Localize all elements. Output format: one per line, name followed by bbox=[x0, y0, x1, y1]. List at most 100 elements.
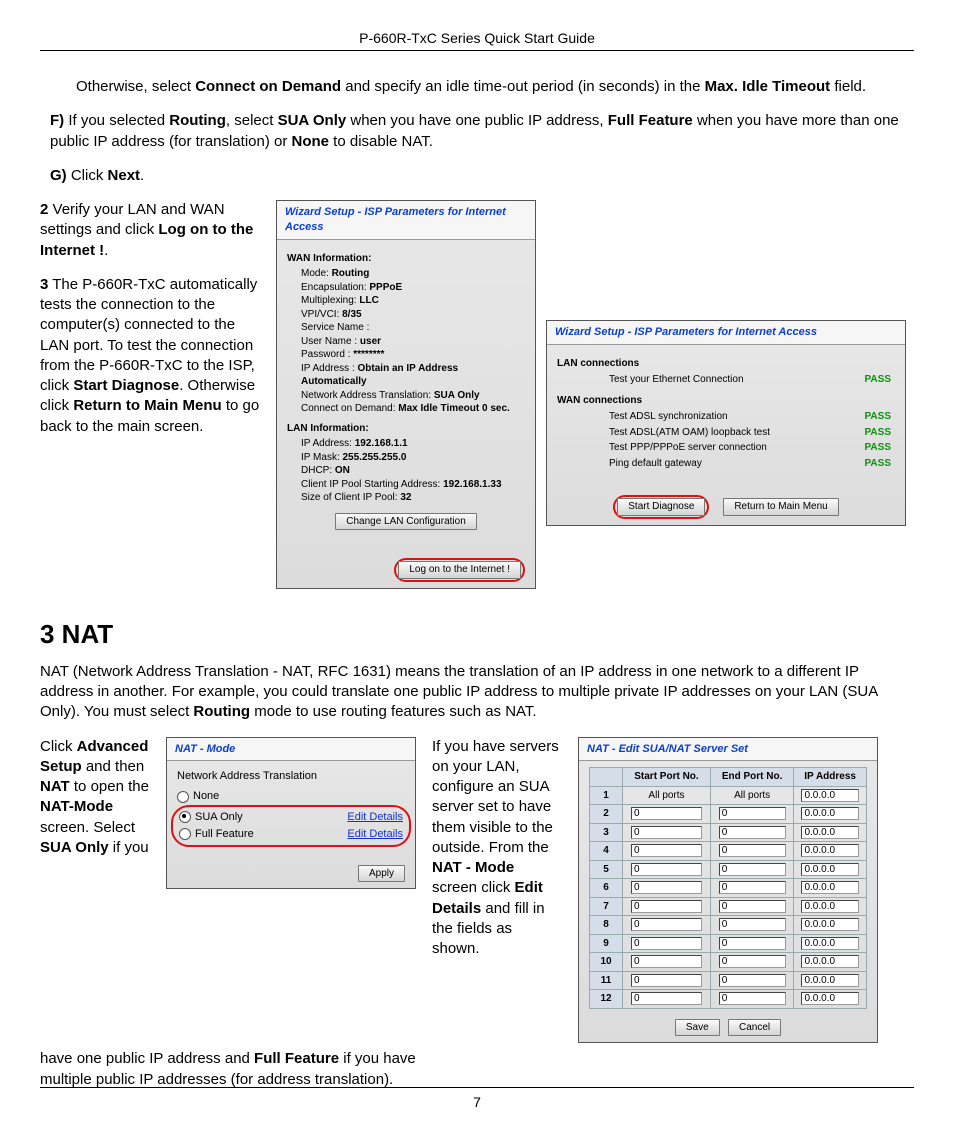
ip-input[interactable]: 0.0.0.0 bbox=[801, 789, 858, 802]
page-number: 7 bbox=[40, 1087, 914, 1110]
end-port-input[interactable]: 0 bbox=[719, 844, 786, 857]
ip-input[interactable]: 0.0.0.0 bbox=[801, 900, 858, 913]
log-on-internet-button[interactable]: Log on to the Internet ! bbox=[398, 561, 521, 579]
ip-input[interactable]: 0.0.0.0 bbox=[801, 974, 858, 987]
ip-cell: 0.0.0.0 bbox=[794, 971, 867, 990]
start-port-input[interactable]: 0 bbox=[631, 863, 702, 876]
end-port-input[interactable]: 0 bbox=[719, 863, 786, 876]
step-3: 3 The P-660R-TxC automatically tests the… bbox=[40, 275, 260, 437]
lan-tests-table: Test your Ethernet ConnectionPASS bbox=[557, 372, 895, 388]
ip-cell: 0.0.0.0 bbox=[794, 860, 867, 879]
sua-server-set-dialog: NAT - Edit SUA/NAT Server Set Start Port… bbox=[578, 737, 878, 1044]
nat-mode-dialog: NAT - Mode Network Address Translation N… bbox=[166, 737, 416, 890]
ip-input[interactable]: 0.0.0.0 bbox=[801, 881, 858, 894]
radio-full-feature[interactable] bbox=[179, 828, 191, 840]
save-button[interactable]: Save bbox=[675, 1019, 720, 1037]
end-port-input[interactable]: 0 bbox=[719, 918, 786, 931]
row-index: 7 bbox=[590, 897, 623, 916]
start-port-input[interactable]: 0 bbox=[631, 992, 702, 1005]
start-port-input[interactable]: 0 bbox=[631, 918, 702, 931]
wizard-setup-summary-dialog: Wizard Setup - ISP Parameters for Intern… bbox=[276, 200, 536, 589]
nat-text-middle: If you have servers on your LAN, configu… bbox=[432, 737, 562, 960]
table-row: 11000.0.0.0 bbox=[590, 971, 867, 990]
edit-details-link[interactable]: Edit Details bbox=[347, 810, 403, 825]
col-header-start: Start Port No. bbox=[623, 768, 711, 787]
start-port-cell: 0 bbox=[623, 934, 711, 953]
table-row: 2000.0.0.0 bbox=[590, 805, 867, 824]
nat-text-left: Click Advanced Setup and then NAT to ope… bbox=[40, 737, 150, 859]
dialog-title: Wizard Setup - ISP Parameters for Intern… bbox=[547, 321, 905, 345]
start-port-input[interactable]: 0 bbox=[631, 881, 702, 894]
end-port-cell: 0 bbox=[710, 990, 793, 1009]
start-diagnose-button[interactable]: Start Diagnose bbox=[617, 498, 705, 516]
ip-input[interactable]: 0.0.0.0 bbox=[801, 918, 858, 931]
start-port-input[interactable]: 0 bbox=[631, 955, 702, 968]
table-row: 6000.0.0.0 bbox=[590, 879, 867, 898]
col-header-end: End Port No. bbox=[710, 768, 793, 787]
ip-cell: 0.0.0.0 bbox=[794, 823, 867, 842]
start-port-input[interactable]: 0 bbox=[631, 807, 702, 820]
dialog-title: Wizard Setup - ISP Parameters for Intern… bbox=[277, 201, 535, 240]
end-port-input[interactable]: 0 bbox=[719, 826, 786, 839]
page: P-660R-TxC Series Quick Start Guide Othe… bbox=[0, 0, 954, 1132]
nat-label: Network Address Translation bbox=[177, 769, 405, 784]
table-row: 4000.0.0.0 bbox=[590, 842, 867, 861]
return-main-menu-button[interactable]: Return to Main Menu bbox=[723, 498, 838, 516]
ip-cell: 0.0.0.0 bbox=[794, 934, 867, 953]
table-row: 9000.0.0.0 bbox=[590, 934, 867, 953]
start-port-input[interactable]: 0 bbox=[631, 937, 702, 950]
end-port-input[interactable]: 0 bbox=[719, 955, 786, 968]
ip-input[interactable]: 0.0.0.0 bbox=[801, 937, 858, 950]
dialog-title: NAT - Mode bbox=[167, 738, 415, 762]
ip-cell: 0.0.0.0 bbox=[794, 786, 867, 805]
end-port-cell: 0 bbox=[710, 934, 793, 953]
start-port-input[interactable]: 0 bbox=[631, 900, 702, 913]
ip-input[interactable]: 0.0.0.0 bbox=[801, 844, 858, 857]
apply-button[interactable]: Apply bbox=[358, 865, 405, 883]
wan-info-heading: WAN Information: bbox=[287, 252, 525, 266]
end-port-cell: 0 bbox=[710, 823, 793, 842]
pass-badge: PASS bbox=[843, 372, 895, 388]
start-port-input[interactable]: 0 bbox=[631, 974, 702, 987]
end-port-input[interactable]: 0 bbox=[719, 807, 786, 820]
row-index: 10 bbox=[590, 953, 623, 972]
ip-input[interactable]: 0.0.0.0 bbox=[801, 992, 858, 1005]
row-index: 8 bbox=[590, 916, 623, 935]
radio-none[interactable] bbox=[177, 791, 189, 803]
step-g: G) Click Next. bbox=[40, 166, 914, 186]
end-port-cell: 0 bbox=[710, 842, 793, 861]
end-port-input[interactable]: 0 bbox=[719, 881, 786, 894]
end-port-input[interactable]: 0 bbox=[719, 937, 786, 950]
cancel-button[interactable]: Cancel bbox=[728, 1019, 781, 1037]
end-port-cell: All ports bbox=[710, 786, 793, 805]
end-port-cell: 0 bbox=[710, 897, 793, 916]
end-port-cell: 0 bbox=[710, 971, 793, 990]
edit-details-link[interactable]: Edit Details bbox=[347, 827, 403, 842]
start-port-input[interactable]: 0 bbox=[631, 826, 702, 839]
col-header-ip: IP Address bbox=[794, 768, 867, 787]
running-header: P-660R-TxC Series Quick Start Guide bbox=[40, 30, 914, 51]
step-f: F) If you selected Routing, select SUA O… bbox=[40, 111, 914, 152]
start-port-cell: 0 bbox=[623, 897, 711, 916]
row-index: 2 bbox=[590, 805, 623, 824]
end-port-input[interactable]: 0 bbox=[719, 900, 786, 913]
end-port-input[interactable]: 0 bbox=[719, 992, 786, 1005]
start-port-input[interactable]: 0 bbox=[631, 844, 702, 857]
nat-heading: 3 NAT bbox=[40, 617, 914, 652]
ip-input[interactable]: 0.0.0.0 bbox=[801, 807, 858, 820]
row-index: 3 bbox=[590, 823, 623, 842]
radio-sua-only[interactable] bbox=[179, 811, 191, 823]
ip-input[interactable]: 0.0.0.0 bbox=[801, 955, 858, 968]
ip-cell: 0.0.0.0 bbox=[794, 953, 867, 972]
dialog-title: NAT - Edit SUA/NAT Server Set bbox=[579, 738, 877, 762]
end-port-input[interactable]: 0 bbox=[719, 974, 786, 987]
ip-input[interactable]: 0.0.0.0 bbox=[801, 863, 858, 876]
start-port-cell: All ports bbox=[623, 786, 711, 805]
change-lan-config-button[interactable]: Change LAN Configuration bbox=[335, 513, 477, 531]
wan-tests-table: Test ADSL synchronizationPASS Test ADSL(… bbox=[557, 409, 895, 471]
step-2: 2 Verify your LAN and WAN settings and c… bbox=[40, 200, 260, 261]
end-port-cell: 0 bbox=[710, 953, 793, 972]
start-port-cell: 0 bbox=[623, 916, 711, 935]
table-row: 1All portsAll ports0.0.0.0 bbox=[590, 786, 867, 805]
ip-input[interactable]: 0.0.0.0 bbox=[801, 826, 858, 839]
